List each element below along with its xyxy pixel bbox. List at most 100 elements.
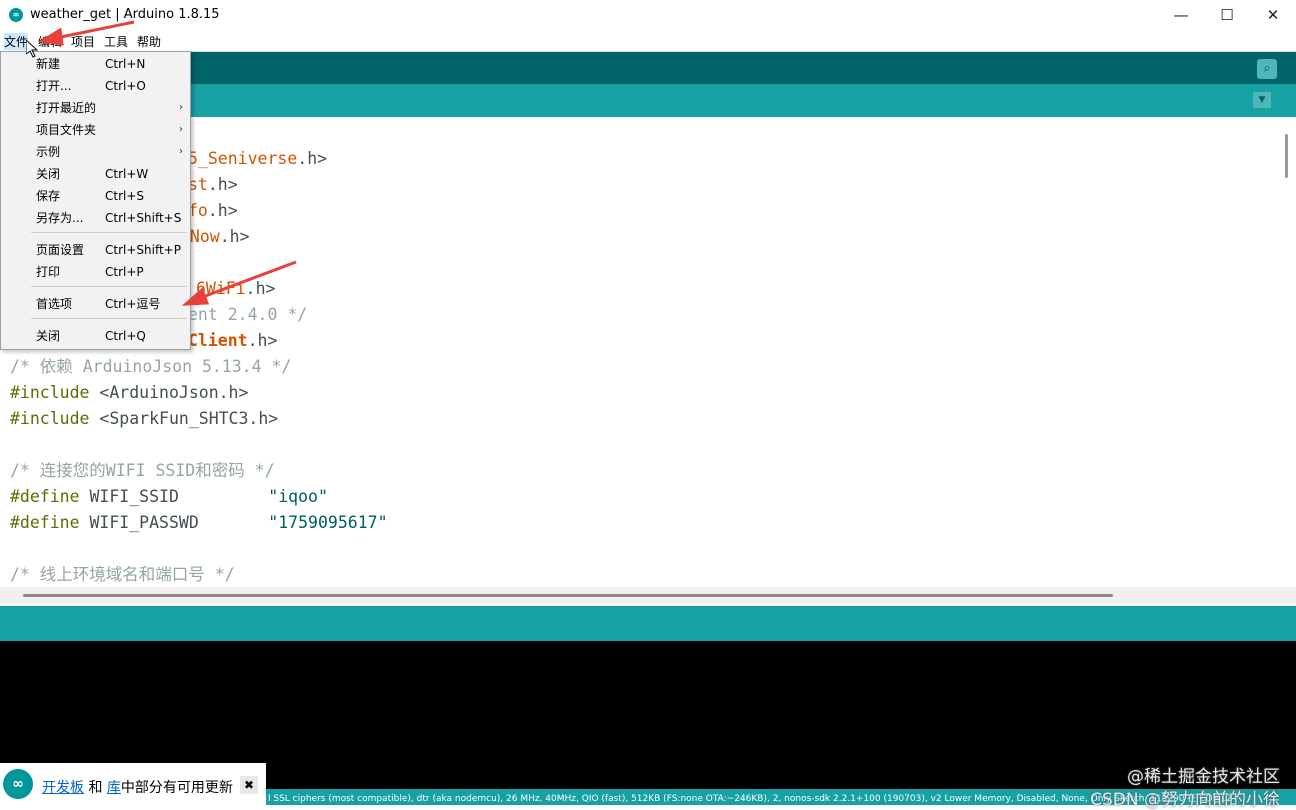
vertical-scroll-thumb[interactable] [1285,134,1288,178]
file-menu-item[interactable]: 关闭 Ctrl+Q [2,325,189,347]
code-token: .h> [219,227,250,246]
code-token: ent 2.4.0 */ [188,305,308,324]
menu-file[interactable]: 文件 [4,33,29,50]
mouse-cursor-icon [26,40,38,58]
watermark-line-2: CSDN @努力向前的小徐 [1090,790,1280,810]
tab-bar [0,84,1296,117]
title-bar: ∞ weather_get | Arduino 1.8.15 — ☐ ✕ [0,0,1296,30]
code-token: .h> [297,149,328,168]
code-token: /* 线上环境域名和端口号 */ [10,565,235,584]
file-menu-item[interactable]: 打开... Ctrl+O [2,75,189,97]
menu-item-label: 示例 [36,145,61,159]
notification-text: 开发板 和 库中部分有可用更新 [42,777,233,797]
code-token: #define [10,487,80,506]
menu-item-label: 项目文件夹 [36,123,97,137]
code-token: /* 依赖 ArduinoJson 5.13.4 */ [10,357,292,376]
code-token: .h> [207,201,238,220]
watermark-line-1: @稀土掘金技术社区 [1127,767,1280,787]
menu-item-label: 首选项 [36,297,73,311]
menu-item-shortcut: Ctrl+P [105,265,144,279]
toolbar [0,52,1296,84]
vertical-scrollbar[interactable] [1279,117,1296,587]
minimize-button[interactable]: — [1158,0,1204,30]
file-menu-item[interactable]: 项目文件夹 › [2,119,189,141]
file-menu-item[interactable]: 首选项 Ctrl+逗号 [2,293,189,315]
code-editor[interactable]: 5_Seniverse.h> st.h> fo.h> rNow.h> 6WiFi.h> e… [0,117,1296,589]
menu-item-shortcut: Ctrl+Q [105,329,146,343]
menu-item-label: 新建 [36,57,61,71]
menu-tools[interactable]: 工具 [104,33,128,50]
menu-item-shortcut: Ctrl+S [105,189,145,203]
code-token: /* 连接您的WIFI SSID和密码 */ [10,461,275,480]
code-token: WIFI_PASSWD [79,513,269,532]
file-menu-item[interactable]: 页面设置 Ctrl+Shift+P [2,239,189,261]
code-line: /* 连接您的WIFI SSID和密码 */ [10,458,275,484]
magnifier-icon[interactable]: ⌕ [1257,59,1277,79]
notification-text-2: 中部分有可用更新 [120,780,233,796]
arduino-logo-icon: ∞ [9,8,23,22]
code-token: "iqoo" [268,487,328,506]
menu-bar: 文件 编辑 项目 工具 帮助 [0,30,1296,52]
menu-item-shortcut: Ctrl+Shift+P [105,243,181,257]
menu-item-label: 页面设置 [36,243,85,257]
code-token: #include [10,409,90,428]
menu-item-label: 打印 [36,265,61,279]
code-line: /* 线上环境域名和端口号 */ [10,562,235,588]
menu-item-label: 保存 [36,189,61,203]
code-token: .h> [207,175,238,194]
boards-update-link[interactable]: 开发板 [42,780,84,796]
file-menu-item[interactable]: 打印 Ctrl+P [2,261,189,283]
menu-sketch[interactable]: 项目 [71,33,95,50]
menu-item-label: 打开... [36,79,72,93]
code-token: "1759095617" [268,513,388,532]
code-line: #include <ArduinoJson.h> [10,380,248,406]
libraries-update-link[interactable]: 库 [107,780,121,796]
menu-separator [31,318,187,319]
file-menu-item[interactable]: 关闭 Ctrl+W [2,163,189,185]
update-notification: ∞ 开发板 和 库中部分有可用更新 ✖ [0,763,266,805]
code-token: Client [188,331,248,350]
submenu-arrow-icon: › [179,146,183,157]
menu-item-shortcut: Ctrl+逗号 [105,297,161,311]
code-token: 5_Seniverse [188,149,298,168]
menu-item-shortcut: Ctrl+O [105,79,146,93]
notification-text-1: 和 [84,780,107,796]
code-token: .h> [247,331,278,350]
window-title: weather_get | Arduino 1.8.15 [30,7,220,22]
menu-item-label: 关闭 [36,167,61,181]
menu-separator [31,232,187,233]
code-token: <ArduinoJson.h> [89,383,249,402]
watermark: @稀土掘金技术社区 CSDN @努力向前的小徐 [1090,762,1280,810]
file-menu-item[interactable]: 打开最近的 › [2,97,189,119]
menu-separator [31,286,187,287]
menu-item-label: 另存为... [36,211,84,225]
code-line: 6WiFi.h> [196,276,275,302]
file-menu-item[interactable]: 示例 › [2,141,189,163]
menu-help[interactable]: 帮助 [137,33,161,50]
menu-item-label: 关闭 [36,329,61,343]
code-line: #define WIFI_PASSWD "1759095617" [10,510,388,536]
code-line: #define WIFI_SSID "iqoo" [10,484,328,510]
menu-item-shortcut: Ctrl+Shift+S [105,211,182,225]
submenu-arrow-icon: › [179,124,183,135]
horizontal-scroll-thumb[interactable] [23,594,1113,597]
code-line: fo.h> [188,198,238,224]
tab-menu-button[interactable]: ▼ [1253,92,1271,108]
code-token: 6WiFi [196,279,246,298]
menu-edit[interactable]: 编辑 [38,33,62,50]
code-line: #include <SparkFun_SHTC3.h> [10,406,278,432]
file-menu-item[interactable]: 另存为... Ctrl+Shift+S [2,207,189,229]
maximize-button[interactable]: ☐ [1204,0,1250,30]
code-line: Client.h> [188,328,277,354]
board-info-text: l SSL ciphers (most compatible), dtr (ak… [268,794,1232,804]
code-line: st.h> [188,172,238,198]
status-bar [0,606,1296,641]
code-token: #include [10,383,90,402]
menu-item-label: 打开最近的 [36,101,97,115]
close-window-button[interactable]: ✕ [1250,0,1296,30]
file-menu-item[interactable]: 保存 Ctrl+S [2,185,189,207]
arduino-logo-icon: ∞ [3,769,33,799]
menu-item-shortcut: Ctrl+W [105,167,149,181]
notification-close-button[interactable]: ✖ [240,776,258,794]
code-line: /* 依赖 ArduinoJson 5.13.4 */ [10,354,291,380]
